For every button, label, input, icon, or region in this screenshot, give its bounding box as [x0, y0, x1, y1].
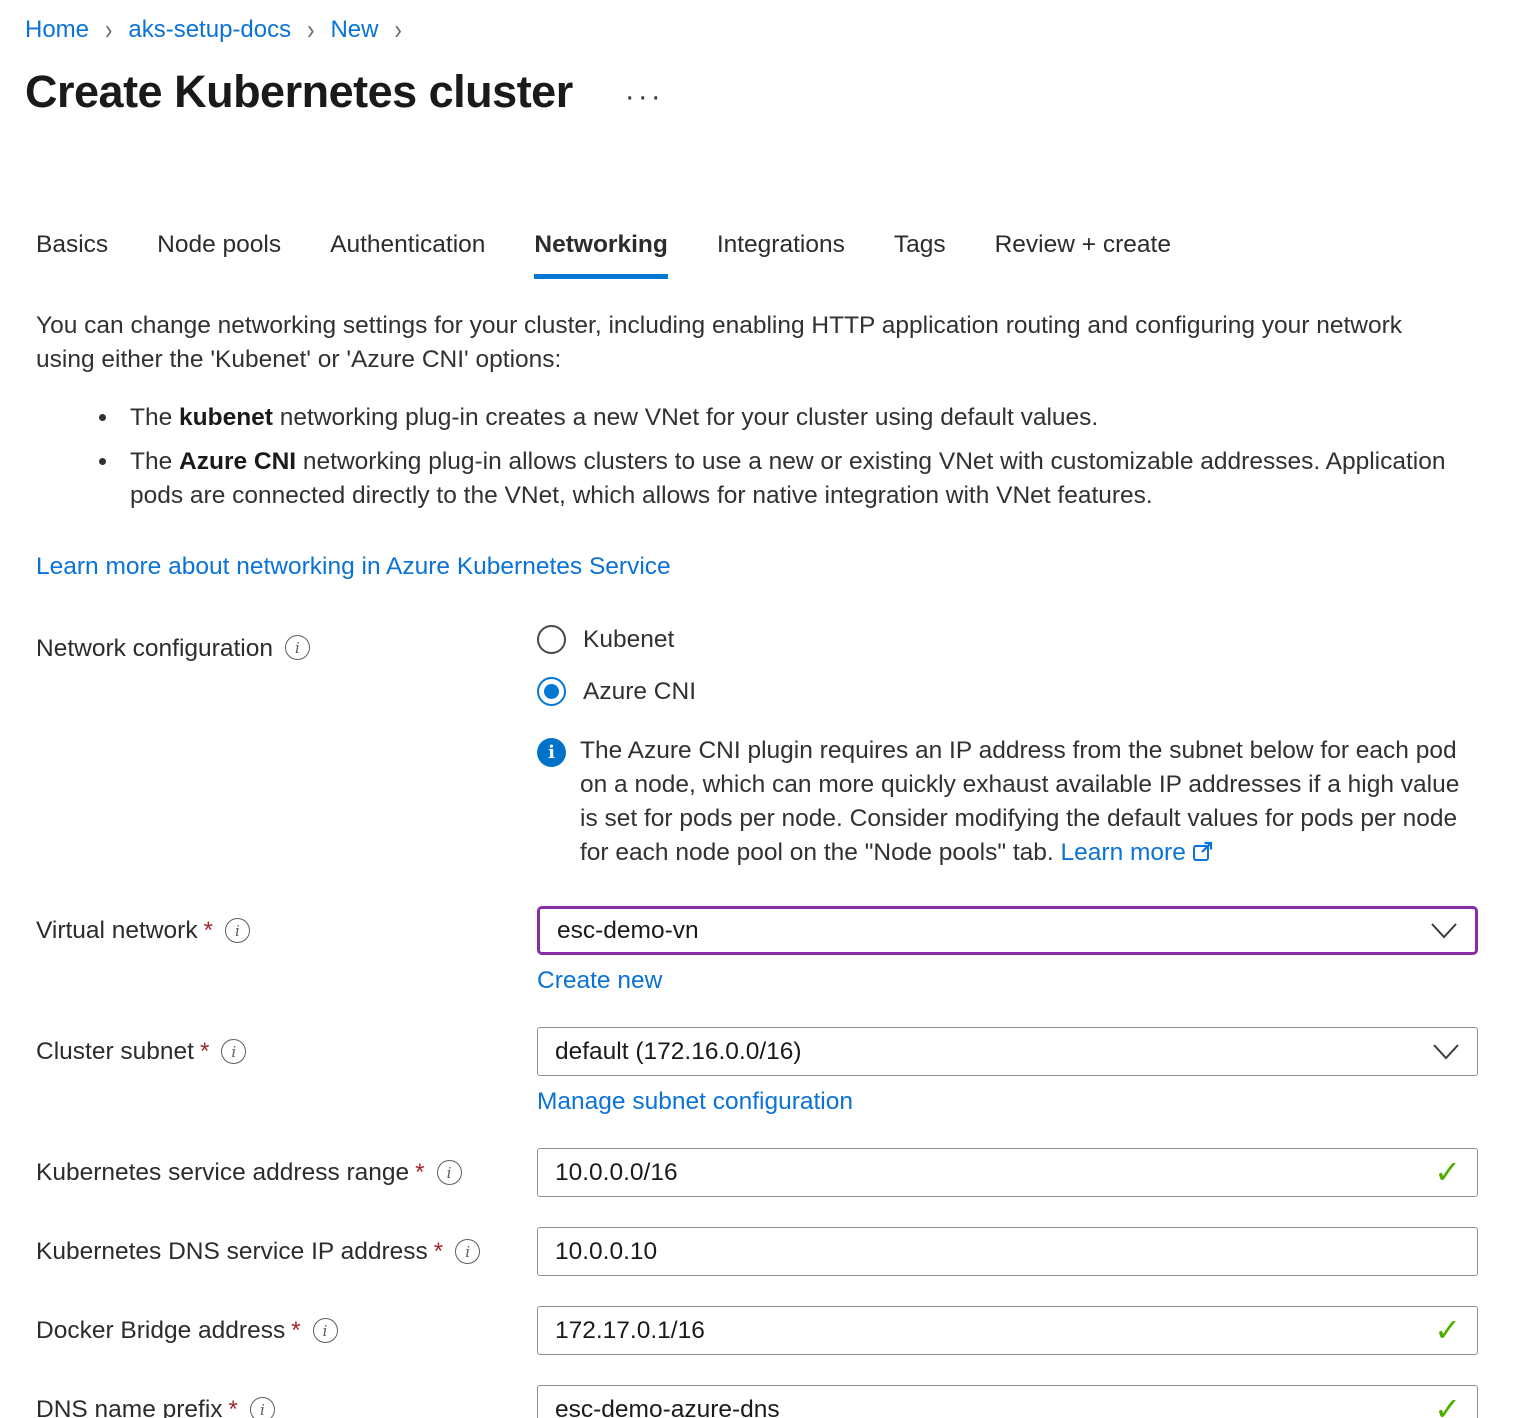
dns-name-prefix-label-group: DNS name prefix * i: [36, 1385, 537, 1418]
virtual-network-label: Virtual network: [36, 917, 198, 945]
virtual-network-value: esc-demo-vn: [557, 917, 699, 945]
cluster-subnet-label: Cluster subnet: [36, 1038, 194, 1066]
service-address-range-label-group: Kubernetes service address range * i: [36, 1148, 537, 1197]
tab-tags[interactable]: Tags: [894, 231, 946, 279]
docker-bridge-address-input[interactable]: [555, 1317, 1421, 1345]
more-options-button[interactable]: ···: [625, 72, 664, 112]
breadcrumb-link-home[interactable]: Home: [25, 16, 89, 44]
learn-more-networking-link[interactable]: Learn more about networking in Azure Kub…: [36, 553, 671, 581]
required-marker: *: [291, 1317, 300, 1345]
bullet-item-azure-cni: The Azure CNI networking plug-in allows …: [120, 445, 1450, 513]
info-icon[interactable]: i: [313, 1318, 338, 1343]
docker-bridge-label: Docker Bridge address: [36, 1317, 285, 1345]
dns-service-ip-label: Kubernetes DNS service IP address: [36, 1238, 428, 1266]
required-marker: *: [204, 917, 213, 945]
tab-bar: Basics Node pools Authentication Network…: [36, 231, 1478, 279]
info-icon[interactable]: i: [225, 918, 250, 943]
info-filled-icon: i: [537, 738, 566, 767]
chevron-down-icon: [1431, 923, 1457, 939]
info-icon[interactable]: i: [250, 1397, 275, 1418]
cluster-subnet-label-group: Cluster subnet * i: [36, 1027, 537, 1076]
required-marker: *: [200, 1038, 209, 1066]
radio-button-icon: [537, 625, 566, 654]
bullet-item-kubenet: The kubenet networking plug-in creates a…: [120, 401, 1450, 435]
breadcrumb-link-new[interactable]: New: [330, 16, 378, 44]
intro-text: You can change networking settings for y…: [36, 309, 1446, 377]
virtual-network-dropdown[interactable]: esc-demo-vn: [537, 906, 1478, 955]
manage-subnet-configuration-link[interactable]: Manage subnet configuration: [537, 1088, 853, 1116]
radio-azure-cni[interactable]: Azure CNI: [537, 677, 1478, 706]
tab-review-create[interactable]: Review + create: [995, 231, 1171, 279]
networking-form: Network configuration i Kubenet Azure CN…: [36, 625, 1478, 1418]
chevron-right-icon: ›: [392, 14, 403, 47]
checkmark-icon: ✓: [1434, 1311, 1461, 1349]
docker-bridge-label-group: Docker Bridge address * i: [36, 1306, 537, 1355]
dns-name-prefix-input[interactable]: [555, 1396, 1421, 1418]
network-configuration-label-group: Network configuration i: [36, 625, 537, 906]
dns-service-ip-input[interactable]: [555, 1238, 1421, 1266]
virtual-network-label-group: Virtual network * i: [36, 906, 537, 955]
azure-cni-info-note: i The Azure CNI plugin requires an IP ad…: [537, 734, 1478, 872]
info-icon[interactable]: i: [285, 635, 310, 660]
create-kubernetes-cluster-page: Home › aks-setup-docs › New › Create Kub…: [0, 0, 1516, 1418]
service-address-range-input[interactable]: [555, 1159, 1421, 1187]
bullet-list: The kubenet networking plug-in creates a…: [120, 401, 1450, 513]
checkmark-icon: ✓: [1434, 1153, 1461, 1191]
tab-basics[interactable]: Basics: [36, 231, 108, 279]
info-icon[interactable]: i: [221, 1039, 246, 1064]
page-title: Create Kubernetes cluster: [25, 66, 573, 118]
cluster-subnet-value: default (172.16.0.0/16): [555, 1038, 802, 1066]
radio-kubenet[interactable]: Kubenet: [537, 625, 1478, 654]
learn-more-link[interactable]: Learn more: [1061, 839, 1186, 866]
dns-name-prefix-field: ✓: [537, 1385, 1478, 1418]
docker-bridge-field: ✓: [537, 1306, 1478, 1355]
required-marker: *: [229, 1396, 238, 1418]
tab-networking[interactable]: Networking: [534, 231, 667, 279]
dns-service-ip-label-group: Kubernetes DNS service IP address * i: [36, 1227, 537, 1276]
radio-kubenet-label: Kubenet: [583, 626, 674, 654]
chevron-down-icon: [1433, 1044, 1459, 1060]
tab-node-pools[interactable]: Node pools: [157, 231, 281, 279]
radio-button-selected-icon: [537, 677, 566, 706]
tab-authentication[interactable]: Authentication: [330, 231, 485, 279]
dns-service-ip-field: [537, 1227, 1478, 1276]
cluster-subnet-dropdown[interactable]: default (172.16.0.0/16): [537, 1027, 1478, 1076]
external-link-icon: [1192, 838, 1214, 872]
required-marker: *: [434, 1238, 443, 1266]
network-configuration-label: Network configuration: [36, 635, 273, 663]
radio-azure-cni-label: Azure CNI: [583, 678, 696, 706]
info-note-text: The Azure CNI plugin requires an IP addr…: [580, 734, 1478, 872]
service-address-range-label: Kubernetes service address range: [36, 1159, 409, 1187]
dns-name-prefix-label: DNS name prefix: [36, 1396, 223, 1418]
breadcrumb: Home › aks-setup-docs › New ›: [25, 16, 1478, 44]
required-marker: *: [415, 1159, 424, 1187]
info-icon[interactable]: i: [437, 1160, 462, 1185]
tab-integrations[interactable]: Integrations: [717, 231, 845, 279]
chevron-right-icon: ›: [305, 14, 316, 47]
info-icon[interactable]: i: [455, 1239, 480, 1264]
create-new-link[interactable]: Create new: [537, 967, 662, 995]
chevron-right-icon: ›: [103, 14, 114, 47]
checkmark-icon: ✓: [1434, 1390, 1461, 1418]
service-address-range-field: ✓: [537, 1148, 1478, 1197]
breadcrumb-link-aks-setup-docs[interactable]: aks-setup-docs: [128, 16, 291, 44]
